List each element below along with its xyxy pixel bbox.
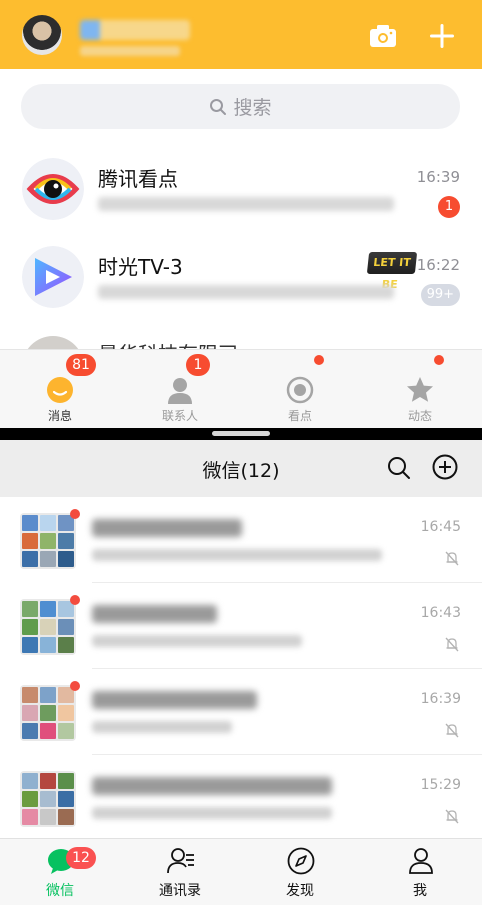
tab-label: 动态 — [407, 409, 432, 423]
unread-dot — [70, 509, 80, 519]
tab-label: 联系人 — [161, 409, 198, 423]
message-bubble-icon — [47, 377, 73, 403]
drag-handle[interactable] — [212, 431, 270, 436]
qq-header — [0, 0, 482, 69]
qq-app: 搜索 腾讯看点 16:39 1 时光TV-3 LET IT 16:22 99+ … — [0, 0, 482, 428]
tab-label: 消息 — [47, 409, 72, 423]
play-circle-icon — [286, 376, 314, 404]
compass-icon — [287, 847, 315, 875]
mute-bell-icon — [445, 809, 459, 824]
mute-bell-icon — [445, 551, 459, 566]
chat-row[interactable]: 16:43 — [0, 583, 482, 669]
search-placeholder: 搜索 — [233, 97, 272, 119]
tab-label: 发现 — [286, 883, 314, 899]
let-it-be-sticker: LET IT BE — [366, 252, 418, 291]
tab-contacts[interactable]: 通讯录 — [120, 839, 240, 905]
camera-icon[interactable] — [369, 24, 397, 48]
wechat-header: 微信(12) — [0, 440, 482, 497]
message-preview-blurred — [98, 197, 394, 211]
group-avatar — [20, 599, 76, 655]
search-icon — [210, 98, 227, 115]
tab-discover[interactable]: 发现 — [240, 839, 360, 905]
tab-kandian[interactable]: 看点 — [240, 350, 360, 428]
group-avatar — [20, 685, 76, 741]
tab-messages[interactable]: 81 消息 — [0, 350, 120, 428]
qq-search-bar[interactable]: 搜索 — [21, 84, 460, 129]
chat-preview-blurred — [92, 721, 232, 733]
split-screen-divider[interactable] — [0, 428, 482, 440]
conversation-title: 时光TV-3 — [98, 255, 183, 279]
tab-label: 看点 — [287, 409, 312, 423]
contact-person-icon — [168, 378, 192, 404]
chat-time: 16:45 — [420, 519, 461, 535]
conversation-time: 16:39 — [416, 168, 460, 186]
tab-badge: 12 — [66, 847, 96, 869]
group-avatar — [20, 513, 76, 569]
chat-name-blurred — [92, 519, 242, 537]
conversation-time: 16:22 — [416, 256, 460, 274]
tab-me[interactable]: 我 — [360, 839, 480, 905]
add-circle-icon[interactable] — [432, 454, 458, 480]
chat-preview-blurred — [92, 549, 382, 561]
tab-contacts[interactable]: 1 联系人 — [120, 350, 240, 428]
conversation-title: 腾讯看点 — [98, 167, 178, 191]
tab-chats[interactable]: 12 微信 — [0, 839, 120, 905]
wechat-tab-bar: 12 微信 通讯录 发现 我 — [0, 838, 482, 905]
chat-name-blurred — [92, 691, 257, 709]
notification-dot — [434, 355, 444, 365]
chat-time: 16:39 — [420, 691, 461, 707]
chat-time: 16:43 — [420, 605, 461, 621]
user-status-blurred — [80, 46, 180, 56]
star-icon — [407, 377, 433, 402]
mute-bell-icon — [445, 637, 459, 652]
tab-moments[interactable]: 动态 — [360, 350, 480, 428]
unread-badge: 99+ — [420, 284, 460, 306]
shiguang-tv-logo — [22, 246, 84, 308]
chat-name-blurred — [92, 777, 332, 795]
chat-name-blurred — [92, 605, 217, 623]
chat-row[interactable]: 16:45 — [0, 497, 482, 583]
message-preview-blurred — [98, 285, 394, 299]
person-icon — [409, 848, 433, 874]
tab-label: 微信 — [46, 883, 74, 899]
unread-dot — [70, 681, 80, 691]
tencent-kandian-logo — [22, 158, 84, 220]
plus-icon[interactable] — [428, 22, 456, 50]
chat-row[interactable]: 16:39 — [0, 669, 482, 755]
conversation-row-partial[interactable]: 最华科技有限司 — [0, 330, 482, 350]
tab-label: 通讯录 — [159, 883, 201, 899]
user-avatar[interactable] — [22, 15, 62, 55]
avatar — [22, 336, 84, 350]
chat-preview-blurred — [92, 807, 332, 819]
wechat-app: 微信(12) 16:45 16:43 16:39 15:29 12 微信 通讯录… — [0, 440, 482, 905]
chat-time: 15:29 — [420, 777, 461, 793]
mute-bell-icon — [445, 723, 459, 738]
unread-dot — [70, 595, 80, 605]
tab-badge: 1 — [186, 354, 210, 376]
conversation-row[interactable]: 时光TV-3 LET IT BE 16:22 99+ — [0, 238, 482, 328]
notification-dot — [314, 355, 324, 365]
qq-tab-bar: 81 消息 1 联系人 看点 动态 — [0, 349, 482, 428]
group-avatar — [20, 771, 76, 827]
search-icon[interactable] — [387, 456, 411, 480]
chat-preview-blurred — [92, 635, 302, 647]
unread-badge: 1 — [438, 196, 460, 218]
conversation-row[interactable]: 腾讯看点 16:39 1 — [0, 150, 482, 240]
tab-label: 我 — [413, 883, 427, 899]
chat-row[interactable]: 15:29 — [0, 755, 482, 841]
tab-badge: 81 — [66, 354, 96, 376]
contacts-icon — [167, 848, 194, 874]
user-nickname-blurred — [80, 20, 190, 40]
